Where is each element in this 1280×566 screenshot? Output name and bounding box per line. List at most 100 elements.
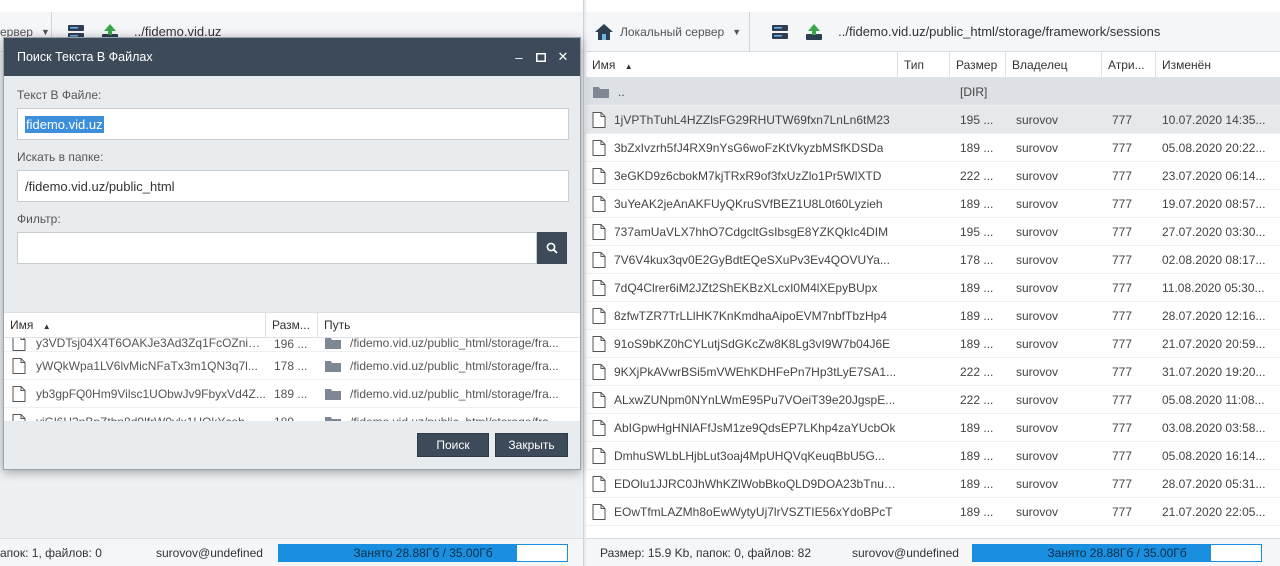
file-attr: 777 <box>1112 224 1133 239</box>
file-row[interactable]: 3uYeAK2jeAnAKFUyQKruSVfBEZ1U8L0t60Lyzieh… <box>586 190 1280 218</box>
file-owner: surovov <box>1016 448 1059 463</box>
folder-icon <box>324 358 342 374</box>
file-size: 178 ... <box>960 252 994 267</box>
search-button[interactable]: Поиск <box>417 433 489 457</box>
file-name-cell: ALxwZUNpm0NYnLWmE95Pu7VOeiT39e20JgspE... <box>586 391 898 408</box>
file-size: 189 ... <box>960 196 994 211</box>
server-icon[interactable] <box>770 22 790 42</box>
col-type[interactable]: Тип <box>898 52 950 78</box>
file-row[interactable]: DmhuSWLbLHjbLut3oaj4MpUHQVqKeuqBbU5G... 1… <box>586 442 1280 470</box>
file-modified: 21.07.2020 22:05... <box>1162 504 1266 519</box>
file-name: 7V6V4kux3qv0E2GyBdtEQeSXuPv3Ev4QOVUYa... <box>614 252 890 267</box>
file-row[interactable]: 3bZxIvzrh5fJ4RX9nYsG6woFzKtVkyzbMSfKDSDa… <box>586 134 1280 162</box>
file-modified: 31.07.2020 19:20... <box>1162 364 1266 379</box>
sort-asc-icon: ▲ <box>42 322 51 331</box>
upload-icon[interactable] <box>804 22 824 42</box>
file-attr: 777 <box>1112 392 1133 407</box>
left-usage-text: Занято 28.88Гб / 35.00Гб <box>353 545 493 560</box>
file-row[interactable]: 737amUaVLX7hhO7CdgcltGsIbsgE8YZKQkIc4DIM… <box>586 218 1280 246</box>
result-path-cell: /fidemo.vid.uz/public_html/storage/fra..… <box>318 386 580 402</box>
file-name-cell: 3eGKD9z6cbokM7kjTRxR9of3fxUzZlo1Pr5WlXTD <box>586 167 898 184</box>
res-col-path[interactable]: Путь <box>318 313 580 338</box>
search-dialog: Поиск Текста В Файлах ‒ ✕ Текст В Файле:… <box>3 37 581 470</box>
file-row[interactable]: 7dQ4Clrer6iM2JZt2ShEKBzXLcxI0M4lXEpyBUpx… <box>586 274 1280 302</box>
file-modified: 03.08.2020 03:58... <box>1162 420 1266 435</box>
file-icon <box>592 335 606 352</box>
search-folder-input[interactable]: /fidemo.vid.uz/public_html <box>17 170 569 202</box>
file-icon <box>592 475 606 492</box>
updir-row[interactable]: .. [DIR] <box>586 78 1280 106</box>
result-name: yb3gpFQ0Hm9Vilsc1UObwJv9FbyxVd4Z... <box>36 386 266 401</box>
file-size: 195 ... <box>960 224 994 239</box>
file-icon <box>592 391 606 408</box>
file-name: 1jVPThTuhL4HZZlsFG29RHUTW69fxn7LnLn6tM23 <box>614 112 890 127</box>
right-server-selector[interactable]: Локальный сервер ▼ <box>586 11 751 52</box>
result-row[interactable]: yb3gpFQ0Hm9Vilsc1UObwJv9FbyxVd4Z... 189 .… <box>4 380 580 408</box>
file-row[interactable]: 3eGKD9z6cbokM7kjTRxR9of3fxUzZlo1Pr5WlXTD… <box>586 162 1280 190</box>
col-size[interactable]: Размер <box>950 52 1006 78</box>
file-name: 7dQ4Clrer6iM2JZt2ShEKBzXLcxI0M4lXEpyBUpx <box>614 280 878 295</box>
maximize-icon[interactable] <box>532 48 550 66</box>
result-size: 178 ... <box>274 358 308 373</box>
file-name-cell: 9KXjPkAVwrBSi5mVWEhKDHFePn7Hp3tLyE7SA1..… <box>586 363 898 380</box>
dialog-footer: Поиск Закрыть <box>4 421 580 469</box>
file-attr: 777 <box>1112 168 1133 183</box>
folder-icon <box>593 86 609 98</box>
file-row[interactable]: 91oS9bKZ0hCYLutjSdGKcZw8K8Lg3vI9W7b04J6E… <box>586 330 1280 358</box>
col-name[interactable]: Имя ▲ <box>586 52 898 78</box>
filter-input[interactable] <box>17 232 538 264</box>
file-size: 189 ... <box>960 448 994 463</box>
res-col-name[interactable]: Имя ▲ <box>4 313 266 338</box>
right-usage-bar: Занято 28.88Гб / 35.00Гб <box>972 543 1262 562</box>
right-status-user: surovov@undefined <box>852 545 959 560</box>
file-row[interactable]: ALxwZUNpm0NYnLWmE95Pu7VOeiT39e20JgspE...… <box>586 386 1280 414</box>
close-button[interactable]: Закрыть <box>495 433 568 457</box>
dialog-titlebar[interactable]: Поиск Текста В Файлах ‒ ✕ <box>4 38 580 76</box>
col-modified[interactable]: Изменён <box>1156 52 1280 78</box>
file-icon <box>12 385 26 402</box>
right-path: ../fidemo.vid.uz/public_html/storage/fra… <box>838 24 1161 39</box>
file-owner: surovov <box>1016 112 1059 127</box>
search-folder-label: Искать в папке: <box>17 150 104 164</box>
text-in-file-input[interactable]: fidemo.vid.uz <box>17 108 569 140</box>
file-row[interactable]: EDOlu1JJRC0JhWhKZlWobBkoQLD9DOA23bTnua..… <box>586 470 1280 498</box>
result-name-cell: y3VDTsj04X4T6OAKJe3Ad3Zq1FcOZnikn... <box>4 338 266 351</box>
file-modified: 23.07.2020 06:14... <box>1162 168 1266 183</box>
file-name: 3bZxIvzrh5fJ4RX9nYsG6woFzKtVkyzbMSfKDSDa <box>614 140 884 155</box>
home-icon <box>595 23 613 40</box>
file-name-cell: 91oS9bKZ0hCYLutjSdGKcZw8K8Lg3vI9W7b04J6E <box>586 335 898 352</box>
file-row[interactable]: EOwTfmLAZMh8oEwWytyUj7lrVSZTIE56xYdoBPcT… <box>586 498 1280 526</box>
file-owner: surovov <box>1016 280 1059 295</box>
file-name: 3eGKD9z6cbokM7kjTRxR9of3fxUzZlo1Pr5WlXTD <box>614 168 882 183</box>
result-row[interactable]: yWQkWpa1LV6lvMicNFaTx3m1QN3q7l... 178 ...… <box>4 352 580 380</box>
file-modified: 05.08.2020 16:14... <box>1162 448 1266 463</box>
result-row[interactable]: y3VDTsj04X4T6OAKJe3Ad3Zq1FcOZnikn... 196 … <box>4 338 580 352</box>
file-name: AbIGpwHgHNlAFfJsM1ze9QdsEP7LKhp4zaYUcbOk <box>614 420 896 435</box>
file-icon <box>592 447 606 464</box>
file-owner: surovov <box>1016 476 1059 491</box>
close-icon[interactable]: ✕ <box>554 48 572 66</box>
file-row[interactable]: 9KXjPkAVwrBSi5mVWEhKDHFePn7Hp3tLyE7SA1..… <box>586 358 1280 386</box>
file-modified: 05.08.2020 20:22... <box>1162 140 1266 155</box>
col-attr[interactable]: Атри... <box>1102 52 1156 78</box>
file-attr: 777 <box>1112 448 1133 463</box>
file-row[interactable]: AbIGpwHgHNlAFfJsM1ze9QdsEP7LKhp4zaYUcbOk… <box>586 414 1280 442</box>
file-name-cell: 8zfwTZR7TrLLlHK7KnKmdhaAipoEVM7nbfTbzHp4 <box>586 307 898 324</box>
file-attr: 777 <box>1112 112 1133 127</box>
file-size: 222 ... <box>960 364 994 379</box>
file-size: 222 ... <box>960 168 994 183</box>
file-owner: surovov <box>1016 336 1059 351</box>
file-name: 737amUaVLX7hhO7CdgcltGsIbsgE8YZKQkIc4DIM <box>614 224 889 239</box>
result-path: /fidemo.vid.uz/public_html/storage/fra..… <box>350 386 559 401</box>
file-row[interactable]: 1jVPThTuhL4HZZlsFG29RHUTW69fxn7LnLn6tM23… <box>586 106 1280 134</box>
file-row[interactable]: 7V6V4kux3qv0E2GyBdtEQeSXuPv3Ev4QOVUYa...… <box>586 246 1280 274</box>
res-col-size[interactable]: Разм... <box>266 313 318 338</box>
result-path-cell: /fidemo.vid.uz/public_html/storage/fra..… <box>318 338 580 351</box>
minimize-icon[interactable]: ‒ <box>510 48 528 66</box>
file-icon <box>12 338 26 351</box>
col-owner[interactable]: Владелец <box>1006 52 1102 78</box>
search-folder-value: /fidemo.vid.uz/public_html <box>25 178 175 194</box>
file-name-cell: 7V6V4kux3qv0E2GyBdtEQeSXuPv3Ev4QOVUYa... <box>586 251 898 268</box>
filter-search-button[interactable] <box>537 232 567 264</box>
file-row[interactable]: 8zfwTZR7TrLLlHK7KnKmdhaAipoEVM7nbfTbzHp4… <box>586 302 1280 330</box>
